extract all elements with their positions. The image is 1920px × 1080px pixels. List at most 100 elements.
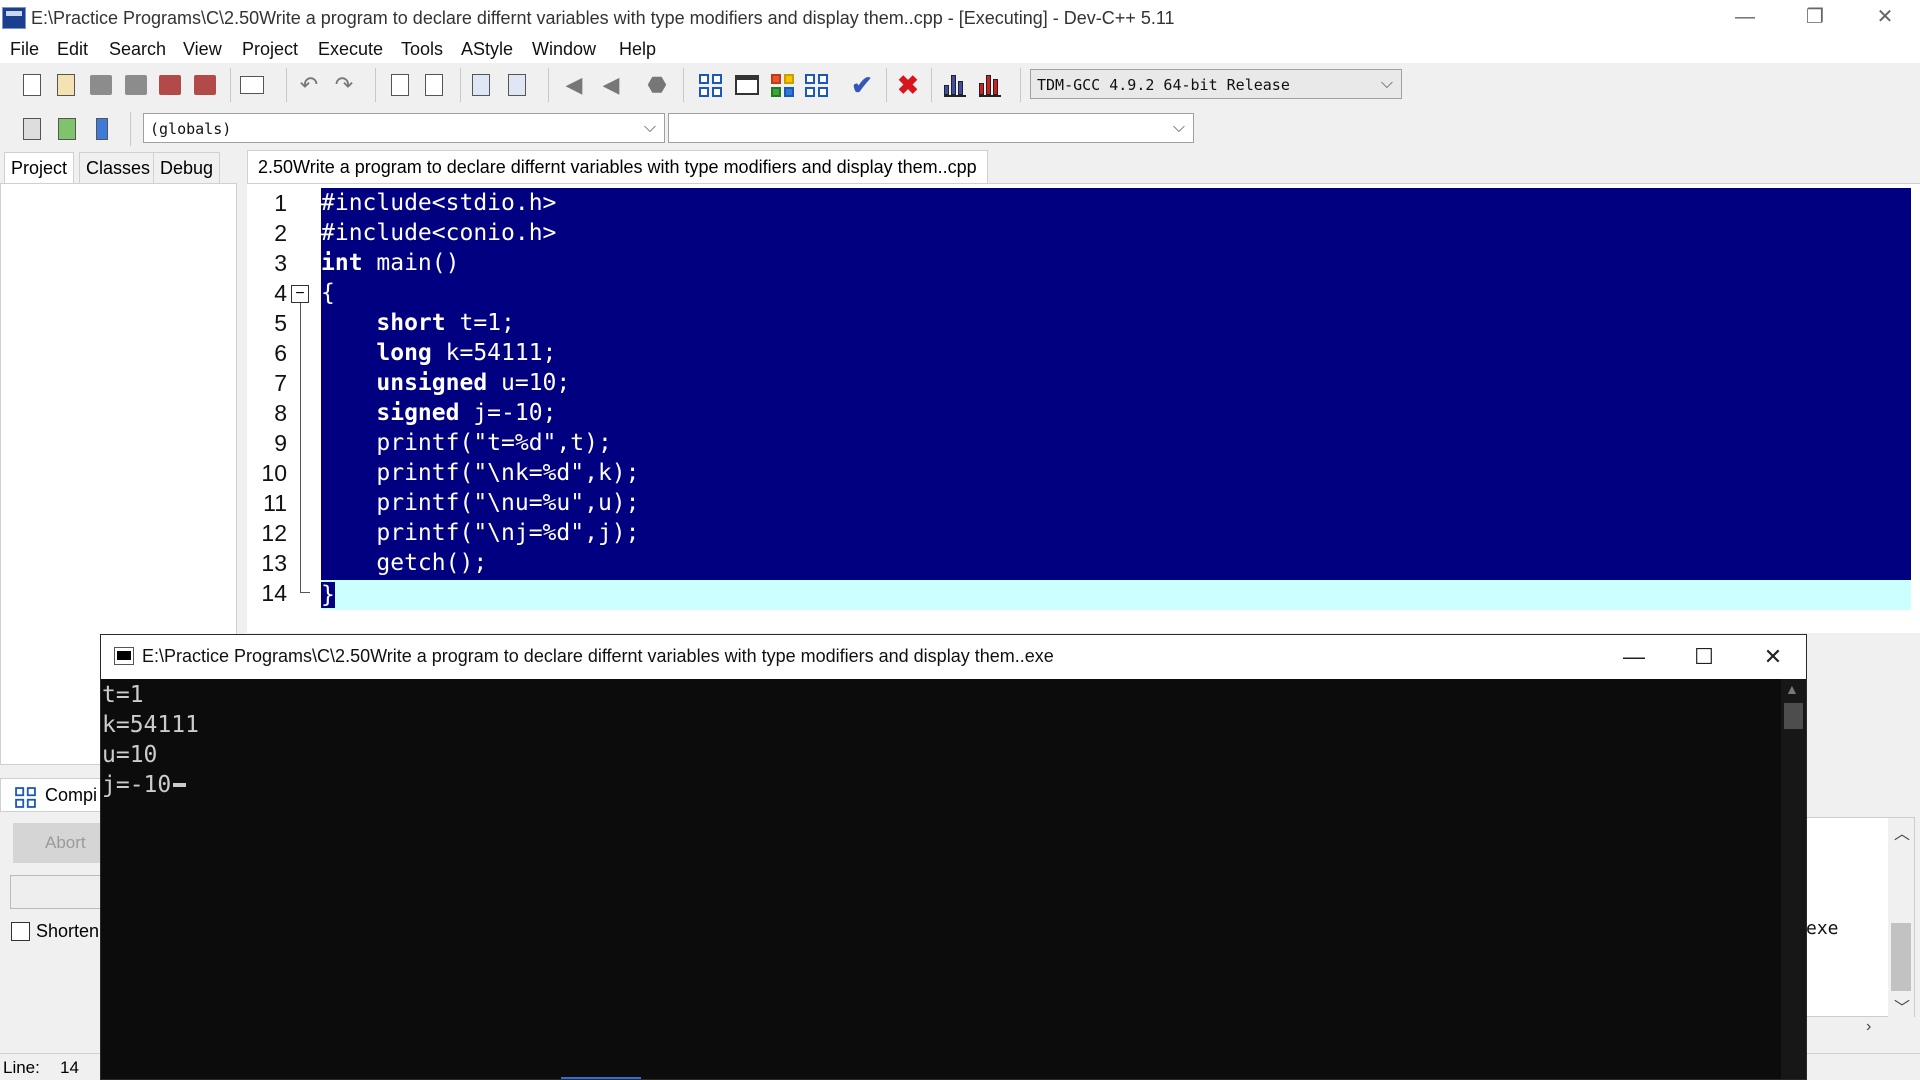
code-line: signed j=-10; — [321, 400, 557, 426]
tab-project[interactable]: Project — [4, 152, 75, 183]
toolbar-separator — [886, 68, 887, 102]
line-number: 6 — [274, 340, 287, 366]
minimize-icon[interactable]: — — [1710, 0, 1780, 36]
scope-select[interactable]: (globals) ⌵ — [143, 113, 665, 143]
menu-file[interactable]: File — [10, 39, 39, 60]
goto-icon[interactable] — [53, 115, 81, 143]
delete-profile-icon[interactable] — [976, 71, 1004, 99]
code-line: #include<stdio.h> — [321, 190, 557, 216]
profile-icon[interactable] — [941, 71, 969, 99]
tab-compiler[interactable]: Compi — [0, 778, 110, 812]
code-line: #include<conio.h> — [321, 220, 557, 246]
tab-classes[interactable]: Classes — [79, 152, 158, 183]
code-line: short t=1; — [321, 310, 515, 336]
code-line: int main() — [321, 250, 460, 276]
back-icon[interactable]: ◀ — [560, 71, 588, 99]
code-line: getch(); — [321, 550, 488, 576]
compile-icon[interactable] — [696, 71, 724, 99]
console-output[interactable]: t=1 k=54111 u=10 j=-10 — [101, 679, 1781, 1079]
stop-execution-icon[interactable]: ✖ — [894, 71, 922, 99]
chevron-down-icon: ⌵ — [1380, 75, 1393, 92]
toolbar-separator — [230, 68, 231, 102]
rebuild-icon[interactable] — [802, 71, 830, 99]
compiler-select[interactable]: TDM-GCC 4.9.2 64-bit Release ⌵ — [1030, 69, 1402, 99]
print-icon[interactable] — [238, 71, 266, 99]
console-output-line: j=-10 — [102, 772, 172, 798]
console-output-line: t=1 — [102, 682, 144, 708]
replace-icon[interactable] — [420, 71, 448, 99]
code-editor[interactable]: 1 2 3 4 5 6 7 8 9 10 11 12 13 14 − #incl… — [247, 183, 1920, 633]
compile-run-icon[interactable] — [768, 71, 796, 99]
syntax-check-icon[interactable]: ✔ — [848, 71, 876, 99]
code-line: unsigned u=10; — [321, 370, 571, 396]
menu-execute[interactable]: Execute — [318, 39, 383, 60]
scrollbar-thumb[interactable] — [1784, 703, 1803, 729]
line-number: 8 — [274, 400, 287, 426]
toolbar-separator — [286, 68, 287, 102]
menu-tools[interactable]: Tools — [401, 39, 443, 60]
console-window[interactable]: E:\Practice Programs\C\2.50Write a progr… — [100, 634, 1807, 1080]
compiler-select-value: TDM-GCC 4.9.2 64-bit Release — [1037, 76, 1290, 94]
editor-file-tab[interactable]: 2.50Write a program to declare differnt … — [247, 150, 988, 183]
redo-icon[interactable]: ↷ — [330, 71, 358, 99]
toggle-comment-icon[interactable]: ⬣ — [643, 71, 671, 99]
shorten-paths-checkbox[interactable] — [11, 922, 30, 941]
devcpp-icon[interactable] — [2, 7, 26, 29]
undo-icon[interactable]: ↶ — [295, 71, 323, 99]
run-icon[interactable] — [733, 71, 761, 99]
close-file-icon[interactable] — [156, 71, 184, 99]
indent-icon[interactable] — [467, 71, 495, 99]
close-all-icon[interactable] — [191, 71, 219, 99]
fold-collapse-icon[interactable]: − — [291, 285, 309, 303]
maximize-icon[interactable]: ☐ — [1669, 635, 1739, 679]
console-output-line: u=10 — [102, 742, 158, 768]
code-line: long k=54111; — [321, 340, 557, 366]
open-file-icon[interactable] — [52, 71, 80, 99]
menu-window[interactable]: Window — [532, 39, 596, 60]
compile-log-scrollbar[interactable]: ︿ ﹀ — [1888, 818, 1914, 1018]
unindent-icon[interactable] — [503, 71, 531, 99]
bookmark-icon[interactable] — [88, 115, 116, 143]
console-icon — [114, 647, 134, 665]
new-file-icon[interactable] — [18, 71, 46, 99]
chevron-down-icon: ⌵ — [643, 119, 656, 136]
chevron-right-icon[interactable]: › — [1866, 1018, 1871, 1036]
member-select[interactable]: ⌵ — [668, 113, 1194, 143]
title-bar: E:\Practice Programs\C\2.50Write a progr… — [0, 0, 1920, 37]
line-number: 7 — [274, 370, 287, 396]
compile-log-text: exe — [1806, 918, 1839, 939]
console-scrollbar[interactable]: ▲ — [1781, 679, 1806, 1079]
restore-icon[interactable]: ❐ — [1780, 0, 1850, 36]
line-number: 1 — [274, 190, 287, 216]
menu-edit[interactable]: Edit — [57, 39, 88, 60]
forward-icon[interactable]: ◀ — [597, 71, 625, 99]
toolbar-separator — [460, 68, 461, 102]
save-all-icon[interactable] — [122, 71, 150, 99]
tab-debug[interactable]: Debug — [153, 152, 221, 183]
close-icon[interactable]: ✕ — [1850, 0, 1920, 36]
line-number-gutter: 1 2 3 4 5 6 7 8 9 10 11 12 13 14 − — [247, 184, 320, 633]
menu-project[interactable]: Project — [242, 39, 298, 60]
taskbar-accent — [561, 1077, 641, 1079]
chevron-down-icon[interactable]: ﹀ — [1894, 994, 1910, 1018]
code-text-area[interactable]: #include<stdio.h> #include<conio.h> int … — [321, 188, 1920, 610]
scrollbar-thumb[interactable] — [1891, 923, 1911, 991]
chevron-up-icon[interactable]: ︿ — [1894, 820, 1910, 844]
line-number: 14 — [261, 580, 287, 606]
menu-search[interactable]: Search — [109, 39, 166, 60]
chevron-up-icon[interactable]: ▲ — [1785, 681, 1799, 697]
console-title-bar[interactable]: E:\Practice Programs\C\2.50Write a progr… — [101, 635, 1806, 679]
find-icon[interactable] — [386, 71, 414, 99]
tab-compiler-label: Compi — [45, 785, 98, 805]
code-line: printf("t=%d",t); — [321, 430, 612, 456]
save-icon[interactable] — [87, 71, 115, 99]
code-line: } — [321, 582, 335, 608]
minimize-icon[interactable]: — — [1599, 635, 1669, 679]
chevron-down-icon: ⌵ — [1172, 119, 1185, 136]
menu-help[interactable]: Help — [619, 39, 656, 60]
close-icon[interactable]: ✕ — [1738, 635, 1808, 679]
menu-astyle[interactable]: AStyle — [461, 39, 513, 60]
menu-view[interactable]: View — [183, 39, 222, 60]
insert-icon[interactable] — [18, 115, 46, 143]
current-line-highlight — [321, 580, 1911, 610]
